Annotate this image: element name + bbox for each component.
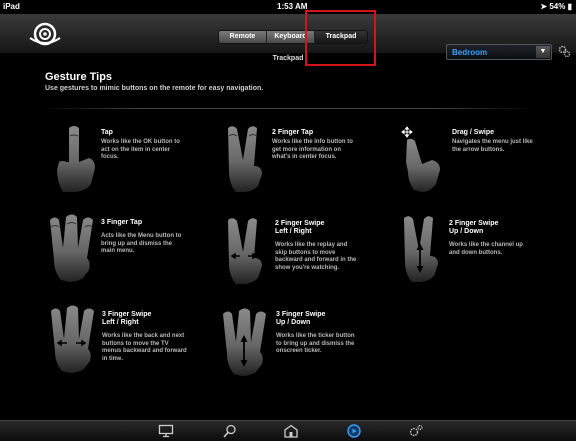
screen-subtitle: Trackpad xyxy=(272,55,304,62)
gesture-title: 3 Finger Swipe Up / Down xyxy=(276,311,326,326)
two-finger-hand-icon xyxy=(228,126,262,192)
three-finger-swipe-horizontal-icon xyxy=(51,305,94,373)
two-finger-swipe-vertical-icon xyxy=(404,216,438,282)
gesture-title: Drag / Swipe xyxy=(452,129,495,136)
clock: 1:53 AM xyxy=(277,2,308,11)
gesture-description: Works like the OK button to act on the i… xyxy=(101,139,180,160)
play-icon[interactable] xyxy=(346,424,362,438)
settings-icon[interactable] xyxy=(408,424,424,438)
gesture-title: 2 Finger Swipe Up / Down xyxy=(449,220,499,235)
page-description: Use gestures to mimic buttons on the rem… xyxy=(45,85,264,92)
nav-bar: Remote Keyboard Trackpad Bedroom ▼ xyxy=(0,14,576,60)
divider xyxy=(40,108,535,109)
gesture-description: Works like the replay and skip buttons t… xyxy=(275,242,357,271)
battery-label: ➤ 54% ▮ xyxy=(540,2,572,11)
status-bar: iPad 1:53 AM ➤ 54% ▮ xyxy=(0,0,576,14)
tv-icon[interactable] xyxy=(158,424,174,438)
app-logo-icon xyxy=(29,22,61,46)
three-finger-swipe-vertical-icon xyxy=(223,308,266,376)
gesture-description: Works like the Info button to get more i… xyxy=(272,139,353,160)
home-icon[interactable] xyxy=(283,424,299,438)
gesture-title: Tap xyxy=(101,129,113,136)
gesture-title: 2 Finger Tap xyxy=(272,129,314,136)
device-label: iPad xyxy=(3,2,20,11)
page-title: Gesture Tips xyxy=(45,71,113,83)
gesture-title: 2 Finger Swipe Left / Right xyxy=(275,220,325,235)
gesture-title: 3 Finger Tap xyxy=(101,219,143,226)
one-finger-hand-icon xyxy=(57,126,95,192)
gesture-description: Works like the channel up and down butto… xyxy=(449,242,523,256)
gesture-description: Acts like the Menu button to bring up an… xyxy=(101,233,182,254)
two-finger-swipe-horizontal-icon xyxy=(228,218,262,284)
tab-remote[interactable]: Remote xyxy=(219,31,267,43)
gesture-description: Works like the ticker button to bring up… xyxy=(276,333,355,354)
gesture-description: Works like the back and next buttons to … xyxy=(102,333,187,362)
gesture-title: 3 Finger Swipe Left / Right xyxy=(102,311,152,326)
three-finger-hand-icon xyxy=(50,214,93,282)
bottom-tab-bar xyxy=(0,420,576,441)
gesture-description: Navigates the menu just like the arrow b… xyxy=(452,139,533,153)
drag-hand-icon xyxy=(401,126,440,192)
search-icon[interactable] xyxy=(222,424,238,438)
